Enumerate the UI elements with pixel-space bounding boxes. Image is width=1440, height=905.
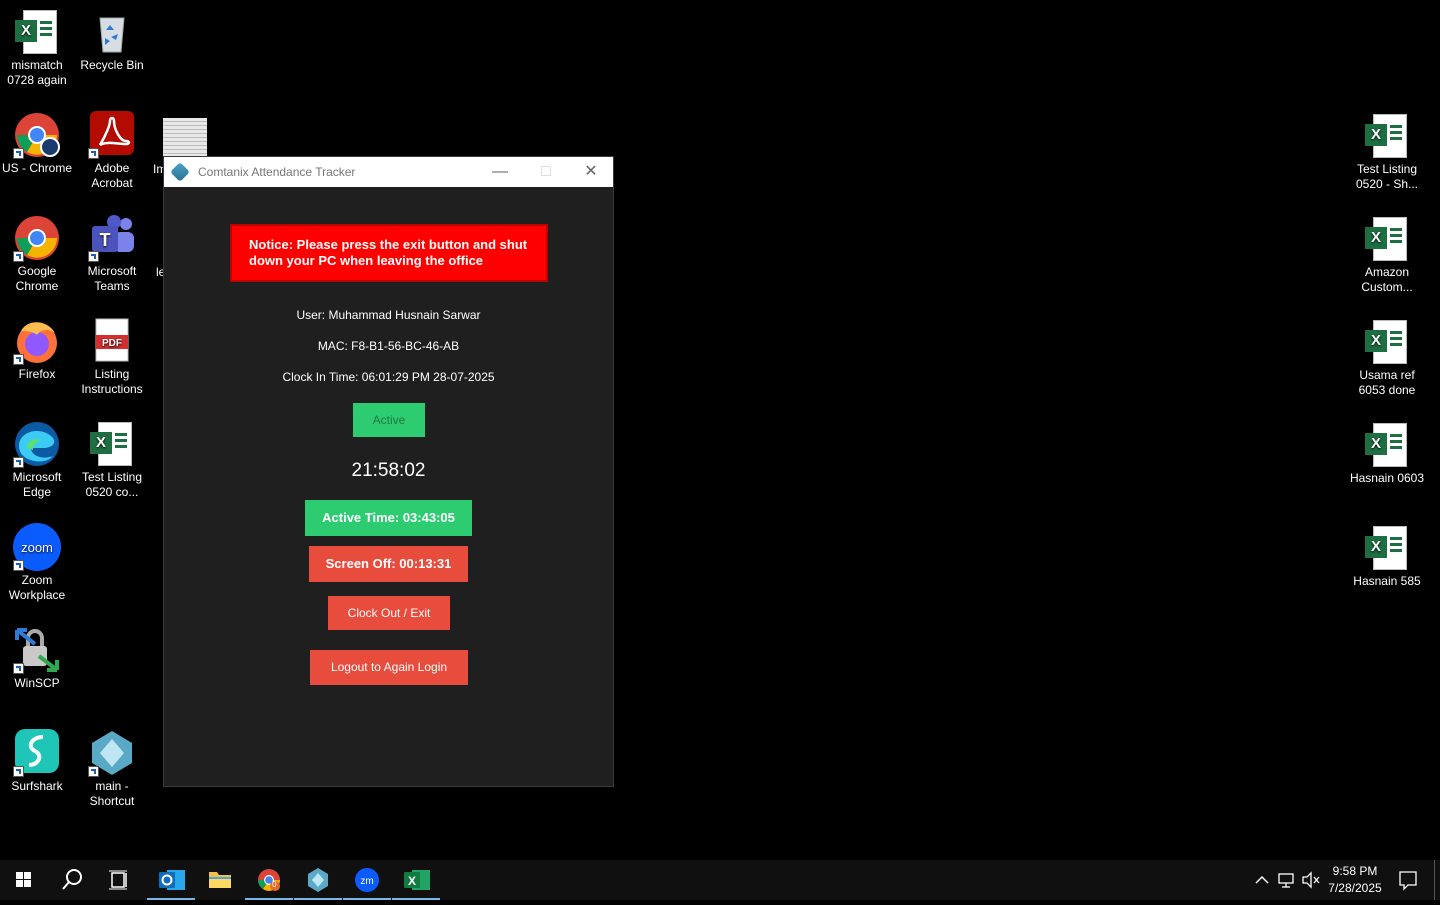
show-hidden-icons[interactable]: [1252, 860, 1272, 900]
desktop-icon-microsoft-edge[interactable]: Microsoft Edge: [0, 420, 76, 500]
pdf-icon: PDF: [88, 317, 136, 365]
chrome-icon: [13, 214, 61, 262]
screen-off-display: Screen Off: 00:13:31: [309, 546, 468, 582]
task-view-icon[interactable]: [96, 860, 144, 900]
desktop-icon-us-chrome[interactable]: US - Chrome: [0, 111, 76, 176]
user-label: User: Muhammad Husnain Sarwar: [296, 308, 481, 322]
current-time: 21:58:02: [351, 460, 426, 481]
show-desktop-button[interactable]: [1434, 860, 1440, 900]
active-time-display: Active Time: 03:43:05: [305, 500, 472, 536]
search-icon[interactable]: [48, 860, 96, 900]
desktop-icon-recycle-bin[interactable]: Recycle Bin: [73, 8, 151, 73]
notifications-icon[interactable]: [1396, 860, 1420, 900]
taskbar-clock[interactable]: 9:58 PM 7/28/2025: [1322, 863, 1388, 897]
minimize-button[interactable]: —: [477, 157, 523, 187]
desktop-icon-mismatch[interactable]: X mismatch 0728 again: [0, 8, 76, 88]
zoom-icon: zoom: [13, 523, 61, 571]
excel-taskbar-icon[interactable]: X: [392, 860, 440, 900]
mac-label: MAC: F8-B1-56-BC-46-AB: [317, 339, 460, 353]
maximize-button[interactable]: □: [523, 157, 569, 187]
windows-start-icon[interactable]: [0, 860, 48, 900]
app-icon: [170, 162, 190, 182]
logout-button[interactable]: Logout to Again Login: [310, 650, 468, 685]
recycle-bin-icon: [88, 8, 136, 56]
window-title: Comtanix Attendance Tracker: [198, 165, 356, 179]
desktop-icon-google-chrome[interactable]: Google Chrome: [0, 214, 76, 294]
status-button[interactable]: Active: [353, 403, 425, 437]
title-bar[interactable]: Comtanix Attendance Tracker — □ ✕: [164, 157, 613, 187]
firefox-icon: [13, 317, 61, 365]
surfshark-icon: [13, 729, 61, 777]
desktop-icon-usama-ref[interactable]: X Usama ref 6053 done: [1348, 318, 1426, 398]
chrome-profile-icon: [13, 111, 61, 159]
svg-text:zm: zm: [360, 876, 373, 887]
close-button[interactable]: ✕: [568, 157, 614, 187]
excel-icon: X: [1363, 112, 1411, 160]
network-icon[interactable]: [1276, 860, 1298, 900]
chrome-taskbar-icon[interactable]: 0: [245, 860, 293, 900]
desktop-icon-microsoft-teams[interactable]: T Microsoft Teams: [73, 214, 151, 294]
edge-icon: [13, 420, 61, 468]
acrobat-icon: [88, 111, 136, 159]
excel-icon: X: [1363, 215, 1411, 263]
attendance-tracker-window: Comtanix Attendance Tracker — □ ✕ Notice…: [163, 156, 614, 787]
desktop-icon-hasnain-0603[interactable]: X Hasnain 0603: [1348, 421, 1426, 486]
desktop-icon-test-listing-0520-co[interactable]: X Test Listing 0520 co...: [73, 420, 151, 500]
svg-text:zoom: zoom: [21, 540, 53, 555]
excel-icon: X: [88, 420, 136, 468]
desktop-icon-firefox[interactable]: Firefox: [0, 317, 76, 382]
desktop-icon-hasnain-585[interactable]: X Hasnain 585: [1348, 524, 1426, 589]
excel-icon: X: [13, 8, 61, 56]
svg-text:PDF: PDF: [102, 338, 122, 349]
winscp-icon: [13, 626, 61, 674]
svg-text:X: X: [408, 874, 416, 888]
excel-icon: X: [1363, 318, 1411, 366]
desktop-icon-listing-instructions[interactable]: PDF Listing Instructions: [73, 317, 151, 397]
outlook-icon[interactable]: [147, 860, 195, 900]
desktop-icon-zoom-workplace[interactable]: zoom Zoom Workplace: [0, 523, 76, 603]
desktop-icon-main-shortcut[interactable]: main - Shortcut: [73, 729, 151, 809]
teams-icon: T: [88, 214, 136, 262]
excel-icon: X: [1363, 421, 1411, 469]
clock-in-label: Clock In Time: 06:01:29 PM 28-07-2025: [282, 370, 495, 384]
desktop-icon-test-listing-0520-sh[interactable]: X Test Listing 0520 - Sh...: [1348, 112, 1426, 192]
notice-banner: Notice: Please press the exit button and…: [230, 224, 548, 282]
chrome-badge: 0: [272, 880, 277, 889]
clock-out-exit-button[interactable]: Clock Out / Exit: [328, 596, 450, 630]
svg-text:T: T: [100, 230, 111, 250]
desktop-icon-amazon-custom[interactable]: X Amazon Custom...: [1348, 215, 1426, 295]
clock-time: 9:58 PM: [1332, 864, 1378, 878]
desktop-icon-surfshark[interactable]: Surfshark: [0, 729, 76, 794]
app-shortcut-icon: [88, 729, 136, 777]
excel-icon: X: [1363, 524, 1411, 572]
taskbar: 0 zm X 9:58 PM 7/28/2025: [0, 860, 1440, 900]
desktop-icon-partial-image[interactable]: [163, 118, 207, 156]
attendance-tracker-taskbar-icon[interactable]: [294, 860, 342, 900]
file-explorer-icon[interactable]: [196, 860, 244, 900]
zoom-taskbar-icon[interactable]: zm: [343, 860, 391, 900]
volume-muted-icon[interactable]: [1300, 860, 1322, 900]
desktop-icon-adobe-acrobat[interactable]: Adobe Acrobat: [73, 111, 151, 191]
desktop-icon-winscp[interactable]: WinSCP: [0, 626, 76, 691]
clock-date: 7/28/2025: [1328, 881, 1382, 895]
